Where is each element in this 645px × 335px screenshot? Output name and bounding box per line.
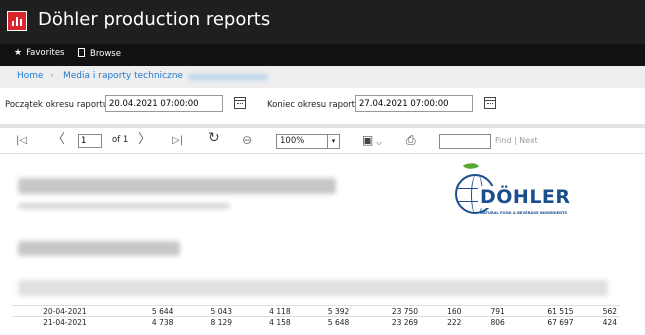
calendar-icon[interactable]	[484, 97, 496, 109]
leaf-icon	[462, 159, 480, 173]
table-cell: 20-04-2021	[12, 305, 118, 317]
table-row: 21-04-2021 4 738 8 129 4 158 5 648 23 26…	[12, 316, 620, 328]
refresh-icon[interactable]: ↻	[208, 130, 220, 146]
report-parameters: Początek okresu raportu Koniec okresu ra…	[0, 88, 645, 120]
favorites-label: Favorites	[26, 48, 65, 58]
data-table: 20-04-2021 5 644 5 043 4 118 5 392 23 75…	[12, 305, 620, 328]
save-icon[interactable]: ▣	[362, 132, 373, 148]
title-bar: Döhler production reports	[0, 0, 645, 44]
first-page-icon[interactable]: |◁	[16, 133, 27, 149]
menu-bar: ★ Favorites Browse	[0, 44, 645, 66]
page-number-input[interactable]	[78, 134, 102, 148]
document-icon	[78, 48, 85, 57]
chevron-down-icon: ▾	[327, 135, 339, 148]
table-cell: 160	[421, 305, 465, 317]
find-link[interactable]: Find	[495, 136, 511, 145]
breadcrumb-section[interactable]: Media i raporty techniczne	[63, 71, 183, 81]
breadcrumb-separator: ›	[176, 71, 180, 81]
favorites-menu[interactable]: ★ Favorites	[14, 48, 64, 58]
page-count: of 1	[112, 135, 129, 145]
star-icon: ★	[14, 48, 23, 58]
table-cell: 4 158	[235, 316, 294, 328]
logo-tagline: NATURAL FOOD & BEVERAGE INGREDIENTS	[480, 211, 568, 215]
table-header-redacted	[18, 280, 608, 296]
print-icon[interactable]: ⎙	[406, 132, 416, 148]
report-subtitle-redacted	[18, 203, 230, 209]
prev-page-icon[interactable]: 〈	[52, 132, 65, 148]
breadcrumb-current-redacted	[188, 74, 268, 80]
end-date-input[interactable]	[355, 95, 473, 112]
table-cell: 791	[464, 305, 508, 317]
find-input[interactable]	[439, 134, 491, 149]
breadcrumb-home[interactable]: Home	[17, 71, 44, 81]
table-cell: 4 738	[117, 316, 177, 328]
chevron-down-icon[interactable]: ⌵	[376, 135, 382, 151]
table-cell: 5 392	[293, 305, 353, 317]
table-cell: 222	[421, 316, 465, 328]
find-controls: Find | Next	[495, 136, 538, 145]
start-date-label: Początek okresu raportu	[5, 100, 109, 110]
report-app-icon	[7, 11, 27, 31]
table-cell: 562	[576, 305, 620, 317]
table-cell: 67 697	[507, 316, 577, 328]
end-date-label: Koniec okresu raportu	[267, 100, 361, 110]
section-title-redacted	[18, 241, 180, 256]
next-link[interactable]: | Next	[514, 136, 538, 145]
last-page-icon[interactable]: ▷|	[172, 133, 183, 149]
table-cell: 23 750	[352, 305, 422, 317]
browse-label: Browse	[90, 49, 121, 59]
next-page-icon[interactable]: 〉	[138, 132, 151, 148]
table-cell: 806	[464, 316, 508, 328]
report-toolbar: |◁ 〈 of 1 〉 ▷| ↻ ⊖ 100% ▾ ▣ ⌵ ⎙ Find | N…	[0, 124, 645, 154]
zoom-select[interactable]: 100% ▾	[276, 134, 340, 149]
report-title-redacted	[18, 178, 336, 194]
back-icon[interactable]: ⊖	[242, 132, 252, 148]
table-cell: 61 515	[507, 305, 577, 317]
zoom-value: 100%	[280, 136, 305, 146]
browse-menu[interactable]: Browse	[78, 48, 121, 59]
table-cell: 5 648	[293, 316, 353, 328]
table-cell: 5 043	[176, 305, 236, 317]
calendar-icon[interactable]	[234, 97, 246, 109]
table-cell: 8 129	[176, 316, 236, 328]
table-row: 20-04-2021 5 644 5 043 4 118 5 392 23 75…	[12, 305, 620, 317]
app-title: Döhler production reports	[38, 9, 271, 30]
table-cell: 4 118	[235, 305, 294, 317]
table-cell: 21-04-2021	[12, 316, 118, 328]
breadcrumb: Home › Media i raporty techniczne ›	[0, 66, 645, 88]
table-cell: 23 269	[352, 316, 422, 328]
logo-word: DÖHLER	[478, 186, 573, 208]
dohler-logo: DÖHLER NATURAL FOOD & BEVERAGE INGREDIEN…	[455, 159, 575, 230]
table-cell: 5 644	[117, 305, 177, 317]
breadcrumb-separator: ›	[50, 71, 54, 81]
start-date-input[interactable]	[105, 95, 223, 112]
table-cell: 424	[576, 316, 620, 328]
